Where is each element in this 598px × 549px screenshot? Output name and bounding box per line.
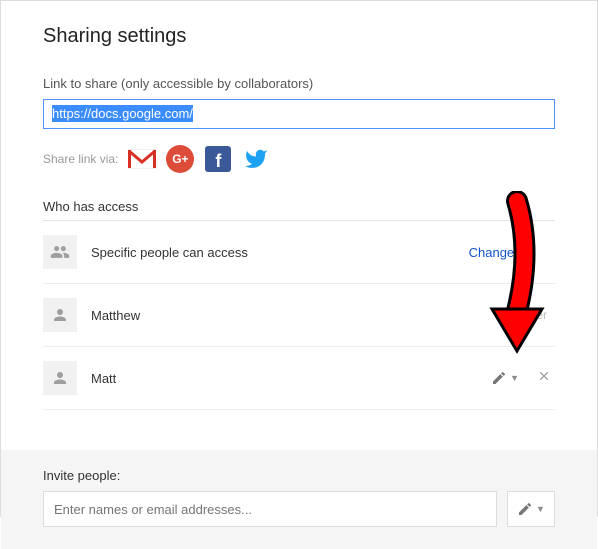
share-link-input[interactable]: https://docs.google.com/ bbox=[43, 99, 555, 129]
access-summary-row: Specific people can access Change... bbox=[43, 221, 555, 284]
facebook-icon[interactable]: f bbox=[204, 145, 232, 173]
remove-person-button[interactable] bbox=[533, 369, 555, 388]
person-name: Matthew bbox=[91, 308, 502, 323]
link-section: Link to share (only accessible by collab… bbox=[43, 76, 555, 129]
person-icon bbox=[43, 298, 77, 332]
person-row-editor: Matt ▼ bbox=[43, 347, 555, 410]
share-link-text: https://docs.google.com/ bbox=[52, 105, 193, 122]
person-name: Matt bbox=[91, 371, 491, 386]
caret-down-icon: ▼ bbox=[510, 373, 519, 383]
invite-input[interactable] bbox=[43, 491, 497, 527]
pencil-icon bbox=[491, 370, 507, 386]
invite-label: Invite people: bbox=[43, 468, 555, 483]
google-plus-icon[interactable]: G+ bbox=[166, 145, 194, 173]
invite-panel: Invite people: ▼ bbox=[1, 450, 597, 549]
dialog-title: Sharing settings bbox=[43, 25, 555, 48]
person-icon bbox=[43, 361, 77, 395]
invite-permission-dropdown[interactable]: ▼ bbox=[507, 491, 555, 527]
pencil-icon bbox=[517, 501, 533, 517]
people-icon bbox=[43, 235, 77, 269]
change-access-link[interactable]: Change... bbox=[469, 245, 525, 260]
link-label: Link to share (only accessible by collab… bbox=[43, 76, 555, 91]
permission-dropdown[interactable]: ▼ bbox=[491, 370, 519, 386]
person-row-owner: Matthew Is owner bbox=[43, 284, 555, 347]
invite-row: ▼ bbox=[43, 491, 555, 527]
share-via-label: Share link via: bbox=[43, 152, 118, 166]
owner-label: Is owner bbox=[502, 308, 547, 322]
gmail-icon[interactable] bbox=[128, 145, 156, 173]
access-summary-text: Specific people can access bbox=[91, 245, 469, 260]
share-via-row: Share link via: G+ f bbox=[43, 145, 555, 173]
person-actions: ▼ bbox=[491, 369, 555, 388]
close-icon bbox=[537, 369, 551, 383]
sharing-dialog: Sharing settings Link to share (only acc… bbox=[1, 1, 597, 549]
access-header: Who has access bbox=[43, 199, 555, 221]
twitter-icon[interactable] bbox=[242, 145, 270, 173]
caret-down-icon: ▼ bbox=[536, 504, 545, 514]
